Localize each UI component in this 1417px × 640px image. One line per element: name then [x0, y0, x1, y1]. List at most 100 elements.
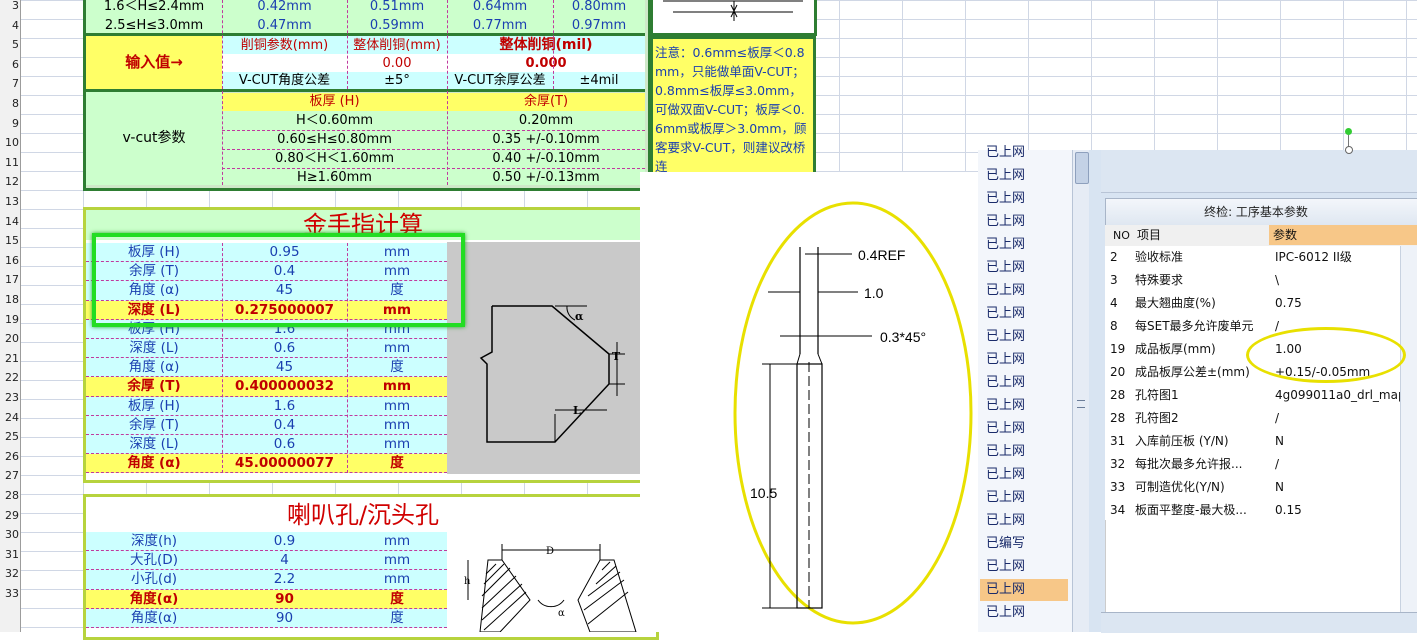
param-item[interactable]: 成品板厚公差±(mm) [1135, 361, 1269, 384]
param-no[interactable]: 4 [1110, 292, 1118, 315]
status-list-item[interactable]: 已上网 [980, 165, 1068, 187]
status-list-item[interactable]: 已上网 [980, 579, 1068, 601]
row-number[interactable]: 6 [0, 55, 19, 74]
vcut-t-cell[interactable]: 0.50 +/-0.13mm [447, 168, 645, 187]
shape-handle[interactable] [1345, 146, 1353, 154]
param-no[interactable]: 20 [1110, 361, 1125, 384]
angle-tol-value[interactable]: ±5° [347, 71, 447, 90]
row-number[interactable]: 31 [0, 545, 19, 564]
param-no[interactable]: 2 [1110, 246, 1118, 269]
params-vscroll[interactable] [1400, 246, 1417, 612]
scroll-thumb[interactable] [1075, 152, 1089, 184]
param-no[interactable]: 3 [1110, 269, 1118, 292]
row-number[interactable]: 3 [0, 0, 19, 15]
param-no[interactable]: 8 [1110, 315, 1118, 338]
row-number[interactable]: 11 [0, 153, 19, 172]
row-number[interactable]: 17 [0, 270, 19, 289]
row-number[interactable]: 15 [0, 231, 19, 250]
param-item[interactable]: 板面平整度-最大极... [1135, 499, 1269, 522]
param-value[interactable]: 0.75 [1275, 292, 1400, 315]
status-list-item[interactable]: 已上网 [980, 464, 1068, 486]
col-item[interactable]: 项目 [1137, 224, 1161, 247]
row-number[interactable]: 23 [0, 388, 19, 407]
row-number[interactable]: 24 [0, 408, 19, 427]
status-list-item[interactable]: 已上网 [980, 211, 1068, 233]
param-item[interactable]: 特殊要求 [1135, 269, 1269, 292]
row-number[interactable]: 16 [0, 251, 19, 270]
status-list-item[interactable]: 已上网 [980, 280, 1068, 302]
status-list-item[interactable]: 已上网 [980, 510, 1068, 532]
status-list-item[interactable]: 已上网 [980, 372, 1068, 394]
hh-value[interactable]: 4 [222, 551, 347, 570]
param-no[interactable]: 31 [1110, 430, 1125, 453]
row-number[interactable]: 8 [0, 94, 19, 113]
param-value[interactable]: IPC-6012 II级 [1275, 246, 1400, 269]
status-list-item[interactable]: 已上网 [980, 395, 1068, 417]
shape-handle[interactable] [1345, 128, 1352, 135]
gf-value[interactable]: 45.00000077 [222, 454, 347, 473]
row-number[interactable]: 22 [0, 368, 19, 387]
status-list-item[interactable]: 已上网 [980, 441, 1068, 463]
value-cell[interactable]: 0.51mm [347, 0, 447, 16]
status-list-item[interactable]: 已编写 [980, 533, 1068, 555]
row-number[interactable]: 30 [0, 525, 19, 544]
vcut-h-cell[interactable]: 0.60≤H≤0.80mm [222, 130, 447, 149]
status-list-item[interactable]: 已上网 [980, 188, 1068, 210]
param-no[interactable]: 28 [1110, 407, 1125, 430]
row-number[interactable]: 14 [0, 212, 19, 231]
param-value[interactable]: N [1275, 430, 1400, 453]
remain-tol-value[interactable]: ±4mil [553, 71, 645, 90]
list-scrollbar[interactable] [1072, 150, 1090, 632]
gf-value[interactable]: 0.6 [222, 435, 347, 454]
gf-value[interactable]: 0.4 [222, 416, 347, 435]
status-list-item[interactable]: 已上网 [980, 326, 1068, 348]
vcut-t-cell[interactable]: 0.20mm [447, 111, 645, 130]
param-item[interactable]: 每批次最多允许报... [1135, 453, 1269, 476]
row-number[interactable]: 12 [0, 172, 19, 191]
status-list-item[interactable]: 已上网 [980, 418, 1068, 440]
vcut-t-cell[interactable]: 0.35 +/-0.10mm [447, 130, 645, 149]
hh-value[interactable]: 90 [222, 609, 347, 628]
row-number[interactable]: 19 [0, 310, 19, 329]
value-cell[interactable]: 0.64mm [447, 0, 553, 16]
row-number[interactable]: 33 [0, 584, 19, 603]
status-list-item[interactable]: 已上网 [980, 349, 1068, 371]
vcut-h-cell[interactable]: 0.80＜H＜1.60mm [222, 149, 447, 168]
param-item[interactable]: 孔符图1 [1135, 384, 1269, 407]
param-no[interactable]: 34 [1110, 499, 1125, 522]
status-list-item[interactable]: 已上网 [980, 142, 1068, 164]
param-no[interactable]: 28 [1110, 384, 1125, 407]
row-number[interactable]: 27 [0, 466, 19, 485]
status-list-item[interactable]: 已上网 [980, 602, 1068, 624]
param-item[interactable]: 入库前压板 (Y/N) [1135, 430, 1269, 453]
row-number[interactable]: 20 [0, 329, 19, 348]
param-value[interactable]: N [1275, 476, 1400, 499]
row-number[interactable]: 4 [0, 16, 19, 35]
gf-value[interactable]: 45 [222, 358, 347, 377]
col-no[interactable]: NO [1113, 224, 1130, 247]
range-cell[interactable]: 1.6＜H≤2.4mm [86, 0, 222, 16]
panel-splitter[interactable] [1089, 150, 1101, 632]
param-value[interactable]: / [1275, 453, 1400, 476]
row-number[interactable]: 7 [0, 74, 19, 93]
row-number[interactable]: 21 [0, 349, 19, 368]
gf-value[interactable]: 0.6 [222, 339, 347, 358]
value-cell[interactable]: 0.42mm [222, 0, 347, 16]
param-value[interactable]: \ [1275, 269, 1400, 292]
row-number[interactable]: 25 [0, 427, 19, 446]
status-list-item[interactable]: 已上网 [980, 234, 1068, 256]
gf-value[interactable]: 1.6 [222, 397, 347, 416]
value-cell[interactable]: 0.80mm [553, 0, 645, 16]
status-list-item[interactable]: 已上网 [980, 257, 1068, 279]
param-value[interactable]: 0.15 [1275, 499, 1400, 522]
row-number[interactable]: 29 [0, 506, 19, 525]
row-number[interactable]: 18 [0, 290, 19, 309]
param-item[interactable]: 最大翘曲度(%) [1135, 292, 1269, 315]
vcut-h-cell[interactable]: H＜0.60mm [222, 111, 447, 130]
row-number[interactable]: 13 [0, 192, 19, 211]
param-value[interactable]: / [1275, 407, 1400, 430]
param-item[interactable]: 每SET最多允许废单元 [1135, 315, 1269, 338]
col-param[interactable]: 参数 [1269, 225, 1417, 245]
row-number[interactable]: 9 [0, 114, 19, 133]
status-list-item[interactable]: 已上网 [980, 556, 1068, 578]
